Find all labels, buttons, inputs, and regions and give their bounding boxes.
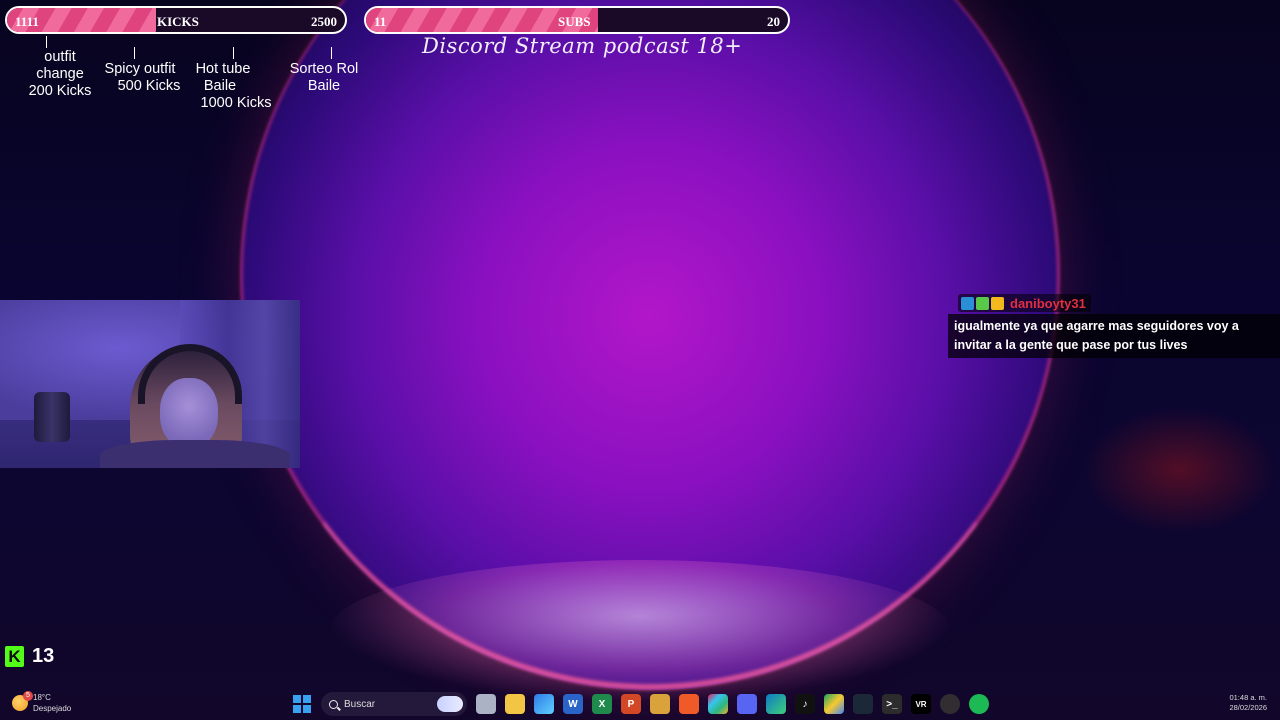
clock-time: 01:48 a. m.: [1229, 693, 1267, 702]
brave-icon[interactable]: [679, 694, 699, 714]
taskbar-apps: Buscar W X P ♪ >_ VR: [292, 692, 989, 716]
terminal-icon[interactable]: >_: [882, 694, 902, 714]
kicks-goal-label: KICKS: [157, 14, 199, 29]
milestone-hot-tube: Hot tube Baile 1000 Kicks: [186, 61, 282, 112]
kick-logo-icon: K: [5, 646, 24, 667]
word-icon[interactable]: W: [563, 694, 583, 714]
excel-icon[interactable]: X: [592, 694, 612, 714]
task-view-icon[interactable]: [476, 694, 496, 714]
moderator-badge-icon: [961, 296, 974, 310]
milestone-line: Sorteo Rol: [289, 61, 359, 77]
chat-message: igualmente ya que agarre mas seguidores …: [948, 314, 1280, 358]
obs-icon[interactable]: [940, 694, 960, 714]
file-explorer-icon[interactable]: [505, 694, 525, 714]
kick-viewer-counter: K 13: [5, 645, 54, 668]
milestone-line: Baile: [307, 78, 341, 94]
milestone-line: 200 Kicks: [28, 83, 92, 99]
weather-temp: 18°C: [33, 693, 51, 702]
milestone-line: change: [36, 66, 84, 82]
windows-logo-icon: [293, 695, 302, 704]
stream-title: Discord Stream podcast 18+: [422, 34, 743, 58]
edge-icon[interactable]: [766, 694, 786, 714]
weather-widget[interactable]: 5 18°C Despejado: [12, 691, 71, 714]
milestone-line: 1000 Kicks: [200, 95, 272, 111]
spotify-icon[interactable]: [969, 694, 989, 714]
weather-text: 18°C Despejado: [33, 692, 71, 714]
system-clock[interactable]: 01:48 a. m. 28/02/2026: [1229, 693, 1267, 713]
subs-goal-current: 11: [374, 14, 387, 29]
kicks-goal-current: 1111: [15, 14, 39, 29]
milestone-line: Baile: [203, 78, 237, 94]
chat-header: daniboyty31: [958, 294, 1091, 312]
slack-icon[interactable]: [708, 694, 728, 714]
webcam-object: [34, 392, 70, 442]
subs-goal-target: 20: [767, 14, 780, 29]
clock-date: 28/02/2026: [1229, 703, 1267, 712]
weather-condition: Despejado: [33, 704, 72, 713]
milestone-line: outfit: [44, 49, 76, 65]
subscriber-badge-icon: [976, 296, 989, 310]
kick-viewer-count: 13: [32, 645, 55, 667]
search-highlight-icon: [437, 696, 463, 712]
milestone-line: Spicy outfit: [104, 61, 176, 77]
chat-username: daniboyty31: [1010, 295, 1086, 311]
crown-badge-icon: [991, 296, 1004, 310]
store-icon[interactable]: [534, 694, 554, 714]
tiktok-icon[interactable]: ♪: [795, 694, 815, 714]
search-icon: [329, 699, 338, 709]
drive-icon[interactable]: [824, 694, 844, 714]
webcam-feed: [0, 300, 300, 468]
discord-icon[interactable]: [737, 694, 757, 714]
kicks-goal-target: 2500: [311, 14, 337, 29]
taskbar: 5 18°C Despejado Buscar W X P ♪ >_ VR 01…: [0, 688, 1280, 720]
weather-alert-badge: 5: [23, 691, 33, 701]
milestone-tick: [331, 47, 332, 59]
powerpoint-icon[interactable]: P: [621, 694, 641, 714]
kicks-goal-bar: 1111 KICKS 2500: [5, 6, 347, 34]
milestone-spicy-outfit: Spicy outfit 500 Kicks: [92, 61, 188, 95]
milestone-tick: [46, 36, 47, 48]
subs-goal-label: SUBS: [558, 14, 591, 29]
moon-weather-icon: 5: [12, 691, 33, 711]
taskbar-search[interactable]: Buscar: [321, 692, 467, 716]
milestone-tick: [233, 47, 234, 59]
milestone-line: 500 Kicks: [117, 78, 181, 94]
vrchat-icon[interactable]: VR: [911, 694, 931, 714]
subs-goal-bar: 11 SUBS 20: [364, 6, 790, 34]
steam-icon[interactable]: [853, 694, 873, 714]
milestone-line: Hot tube: [195, 61, 251, 77]
webcam-streamer-body: [100, 440, 290, 468]
milestone-sorteo-rol: Sorteo Rol Baile: [282, 61, 366, 95]
milestone-outfit-change: outfit change 200 Kicks: [24, 49, 96, 100]
start-button[interactable]: [292, 694, 312, 714]
folder-icon[interactable]: [650, 694, 670, 714]
wallpaper-orb-glow: [330, 560, 950, 700]
search-placeholder: Buscar: [344, 698, 376, 710]
milestone-tick: [134, 47, 135, 59]
